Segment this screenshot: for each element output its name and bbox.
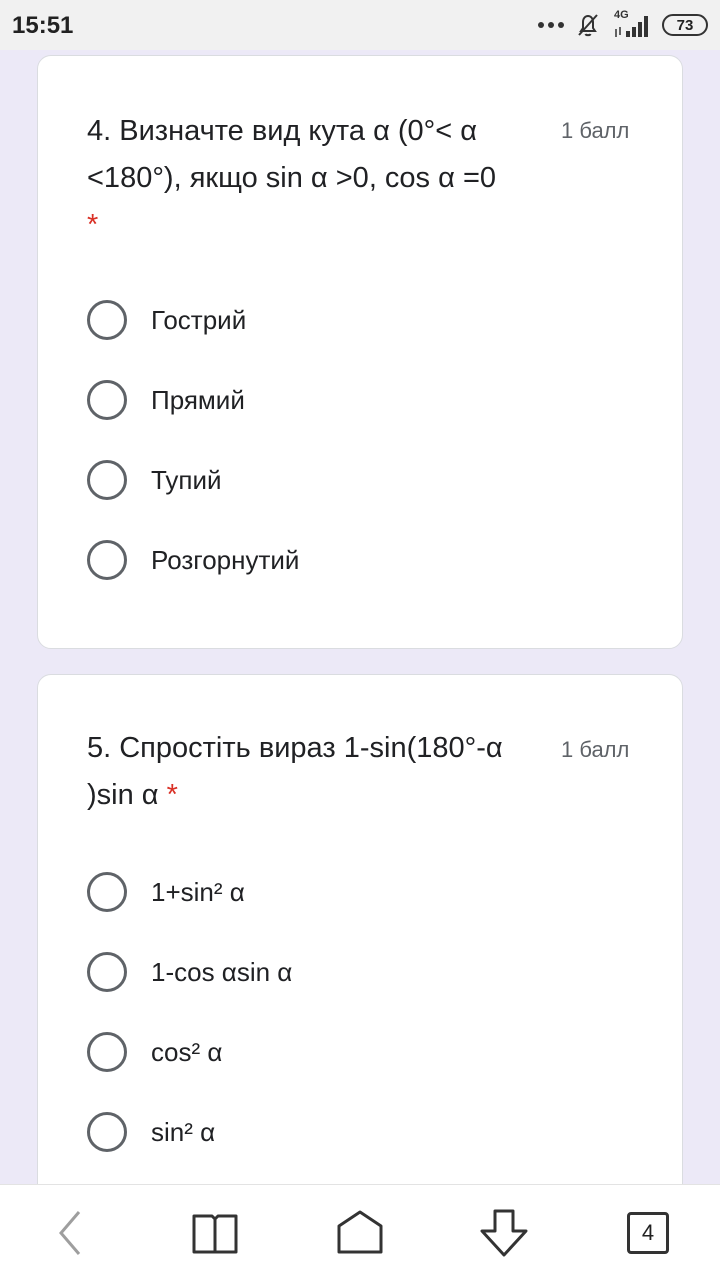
status-icons: 4G 73 (538, 9, 708, 40)
option-label: Гострий (151, 304, 247, 335)
tabs-button[interactable]: 4 (618, 1203, 678, 1263)
option-label: cos² α (151, 1036, 223, 1067)
option-label: Прямий (151, 384, 245, 415)
bell-off-icon (578, 14, 598, 37)
question-card-4: 4. Визначте вид кута α (0°< α <180°), як… (37, 55, 683, 649)
network-label: 4G (614, 9, 629, 21)
question-card-5: 5. Спростіть вираз 1-sin(180°-α )sin α *… (37, 674, 683, 1214)
points-label: 1 балл (561, 118, 630, 143)
option-gostryi[interactable]: Гострий (87, 300, 246, 340)
required-star: * (87, 209, 99, 241)
bottom-nav: 4 (0, 1184, 720, 1280)
battery-icon: 73 (662, 14, 708, 36)
radio-button[interactable] (87, 300, 127, 340)
required-star: * (166, 779, 178, 811)
option-rozhornutyi[interactable]: Розгорнутий (87, 540, 299, 580)
option-2[interactable]: 1-cos αsin α (87, 952, 292, 992)
option-label: 1-cos αsin α (151, 956, 293, 987)
option-priamyi[interactable]: Прямий (87, 380, 245, 420)
option-tupyi[interactable]: Тупий (87, 460, 222, 500)
option-label: 1+sin² α (151, 876, 245, 907)
more-dots-icon (538, 22, 564, 28)
points-label: 1 балл (561, 737, 630, 762)
bookmarks-button[interactable] (185, 1203, 245, 1263)
home-icon (337, 1210, 383, 1254)
download-button[interactable] (474, 1203, 534, 1263)
back-button[interactable] (41, 1203, 101, 1263)
option-3[interactable]: cos² α (87, 1032, 222, 1072)
signal-icon: 4G (612, 9, 652, 39)
option-label: Тупий (151, 464, 222, 495)
status-bar: 15:51 4G 73 (0, 0, 720, 50)
radio-button[interactable] (87, 380, 127, 420)
option-4[interactable]: sin² α (87, 1112, 215, 1152)
option-1[interactable]: 1+sin² α (87, 872, 245, 912)
home-button[interactable] (330, 1203, 390, 1263)
bookmarks-icon (192, 1214, 238, 1254)
radio-button[interactable] (87, 1112, 127, 1152)
status-time: 15:51 (12, 12, 74, 39)
option-label: Розгорнутий (151, 544, 300, 575)
download-icon (480, 1209, 528, 1257)
radio-button[interactable] (87, 872, 127, 912)
radio-button[interactable] (87, 540, 127, 580)
radio-button[interactable] (87, 1032, 127, 1072)
radio-button[interactable] (87, 460, 127, 500)
option-label: sin² α (151, 1116, 216, 1147)
question-title: 5. Спростіть вираз 1-sin(180°-α )sin α * (87, 732, 503, 811)
tabs-icon: 4 (627, 1212, 669, 1254)
radio-button[interactable] (87, 952, 127, 992)
question-title: 4. Визначте вид кута α (0°< α <180°), як… (87, 115, 497, 241)
back-icon (59, 1211, 81, 1255)
